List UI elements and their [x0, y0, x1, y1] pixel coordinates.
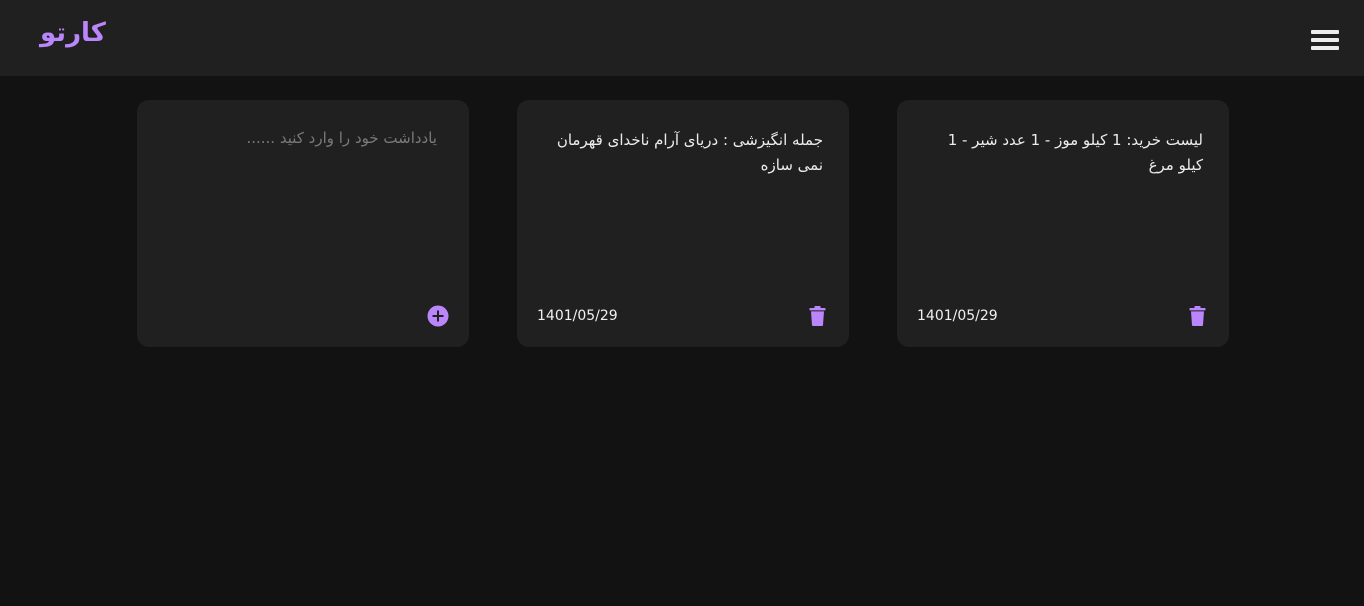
new-note-input[interactable] [157, 126, 437, 296]
trash-icon [809, 306, 826, 326]
delete-note-button[interactable] [1189, 306, 1206, 326]
note-card: جمله انگیزشی : دریای آرام ناخدای قهرمان … [517, 100, 849, 347]
new-note-card [137, 100, 469, 347]
note-date: 1401/05/29 [917, 308, 998, 324]
hamburger-menu-icon[interactable] [1311, 29, 1341, 53]
menu-bar-line [1311, 46, 1339, 50]
add-note-button[interactable] [427, 305, 449, 327]
plus-circle-icon [427, 305, 449, 327]
note-text: لیست خرید: 1 کیلو موز - 1 عدد شیر - 1 کی… [947, 131, 1203, 174]
note-date: 1401/05/29 [537, 308, 618, 324]
trash-icon [1189, 306, 1206, 326]
note-card: لیست خرید: 1 کیلو موز - 1 عدد شیر - 1 کی… [897, 100, 1229, 347]
note-text: جمله انگیزشی : دریای آرام ناخدای قهرمان … [556, 131, 823, 174]
app-logo: کارتو [40, 18, 106, 48]
menu-bar-line [1311, 30, 1339, 34]
top-bar: کارتو [0, 0, 1364, 76]
delete-note-button[interactable] [809, 306, 826, 326]
menu-bar-line [1311, 38, 1339, 42]
